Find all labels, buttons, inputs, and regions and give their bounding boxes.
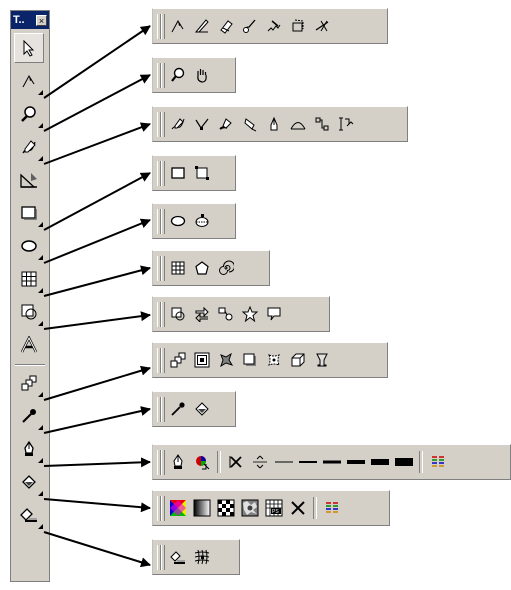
arrow-interactive-tools-flyout bbox=[43, 365, 151, 401]
arrow-outline-flyout bbox=[43, 457, 151, 468]
arrow-zoom-flyout bbox=[43, 74, 151, 132]
arrow-object-flyout bbox=[43, 265, 151, 297]
arrow-ellipse-flyout bbox=[43, 218, 151, 264]
arrow-fill-flyout bbox=[43, 498, 151, 513]
arrow-shape-flyout bbox=[43, 25, 151, 99]
arrow-interactive-fill-flyout bbox=[43, 531, 151, 568]
arrow-rectangle-flyout bbox=[43, 172, 151, 231]
arrow-perfect-shapes-flyout bbox=[43, 311, 151, 330]
connector-arrows bbox=[43, 25, 151, 568]
arrow-eyedropper-flyout bbox=[43, 406, 151, 434]
arrow-curve-flyout bbox=[43, 122, 151, 165]
